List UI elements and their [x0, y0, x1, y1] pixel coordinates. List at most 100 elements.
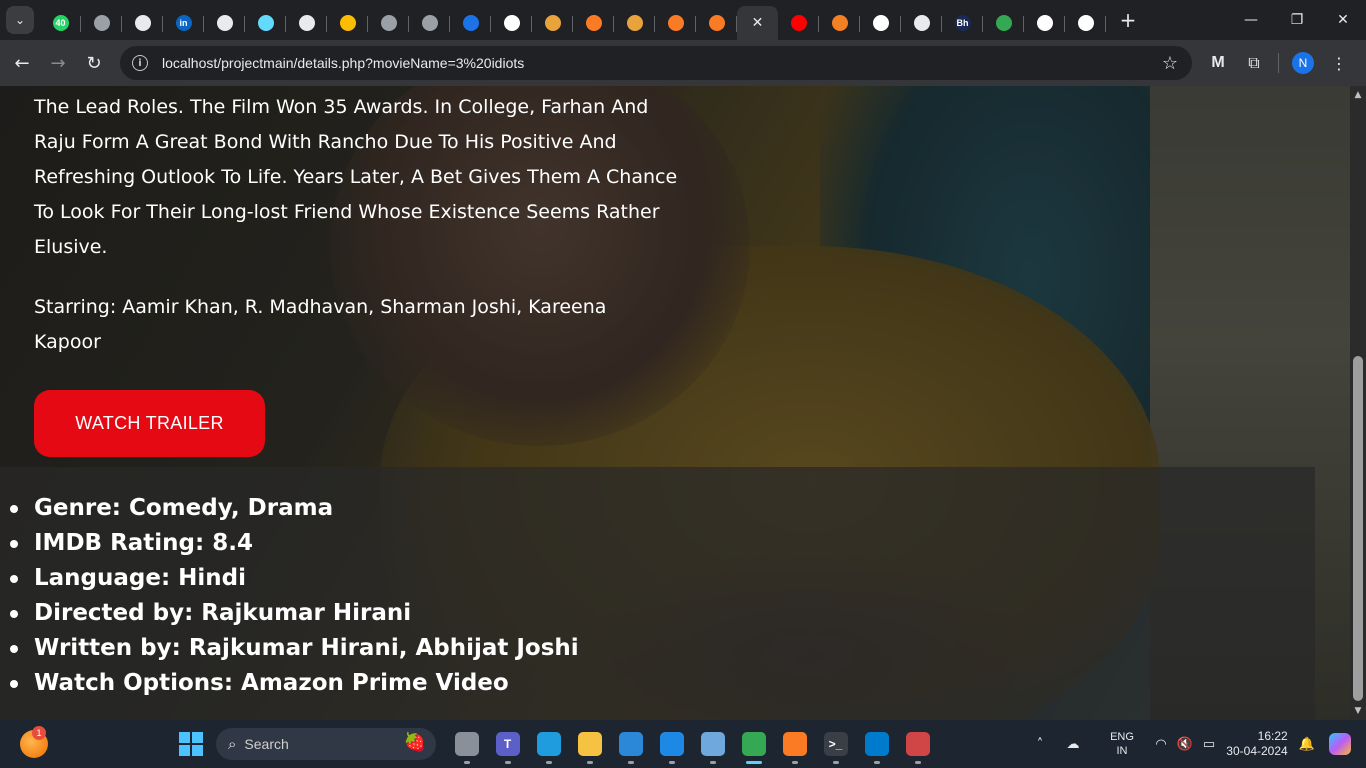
browser-tab[interactable]	[1065, 6, 1106, 40]
close-icon[interactable]: ✕	[752, 15, 764, 31]
start-button[interactable]	[179, 732, 203, 756]
browser-tab[interactable]	[778, 6, 819, 40]
taskbar-app[interactable]	[651, 724, 692, 764]
tab-search-button[interactable]: ⌄	[6, 6, 34, 34]
detail-imdb-rating: IMDB Rating: 8.4	[10, 526, 579, 561]
running-indicator	[745, 761, 762, 764]
battery-icon[interactable]: ▭	[1196, 720, 1222, 768]
tab-active[interactable]: ✕	[737, 6, 778, 40]
browser-tab[interactable]	[204, 6, 245, 40]
arrow-right-icon: →	[50, 52, 66, 74]
browser-tab[interactable]	[286, 6, 327, 40]
info-icon[interactable]: i	[132, 55, 148, 71]
lang-line2: IN	[1116, 745, 1128, 757]
close-window-button[interactable]: ✕	[1320, 0, 1366, 40]
reload-icon: ↻	[86, 52, 102, 74]
browser-tab[interactable]	[614, 6, 655, 40]
speaker-muted-icon[interactable]: 🔇	[1174, 720, 1196, 768]
browser-toolbar: ← → ↻ i localhost/projectmain/details.ph…	[0, 40, 1366, 86]
profile-button[interactable]: N	[1285, 45, 1321, 81]
browser-tab[interactable]	[122, 6, 163, 40]
watch-trailer-button[interactable]: WATCH TRAILER	[34, 390, 265, 457]
google-icon	[503, 15, 520, 31]
address-bar[interactable]: i localhost/projectmain/details.php?movi…	[120, 46, 1192, 80]
taskbar-app[interactable]	[897, 724, 938, 764]
chrome-icon	[741, 732, 766, 756]
browser-tab[interactable]	[81, 6, 122, 40]
arrow-left-icon: ←	[14, 52, 30, 74]
xampp-icon	[667, 15, 684, 31]
browser-tab[interactable]: Bh	[942, 6, 983, 40]
onedrive-icon[interactable]: ☁	[1050, 720, 1096, 768]
running-indicator	[709, 761, 716, 764]
browser-tab[interactable]	[983, 6, 1024, 40]
forward-button[interactable]: →	[40, 45, 76, 81]
restore-button[interactable]: ❐	[1274, 0, 1320, 40]
vscode-icon	[864, 732, 889, 756]
play-icon	[462, 15, 479, 31]
scrollbar-thumb[interactable]	[1353, 356, 1363, 701]
search-placeholder: Search	[244, 736, 289, 752]
wifi-icon[interactable]: ◠	[1148, 720, 1174, 768]
bookmark-star-icon[interactable]: ☆	[1162, 53, 1178, 74]
browser-tab[interactable]	[573, 6, 614, 40]
browser-tab[interactable]	[450, 6, 491, 40]
browser-tab[interactable]	[696, 6, 737, 40]
taskbar-app[interactable]	[610, 724, 651, 764]
taskbar-app[interactable]	[733, 724, 774, 764]
minimize-button[interactable]: —	[1228, 0, 1274, 40]
app-icon	[659, 732, 684, 756]
google-icon	[1077, 15, 1094, 31]
browser-tab[interactable]	[819, 6, 860, 40]
extensions-puzzle-icon[interactable]: ⧉	[1236, 45, 1272, 81]
github-icon	[298, 15, 315, 31]
browser-tab[interactable]: 40	[40, 6, 81, 40]
taskbar-app[interactable]	[774, 724, 815, 764]
browser-tab[interactable]	[368, 6, 409, 40]
page-scrollbar[interactable]: ▲ ▼	[1350, 86, 1366, 720]
browser-tab[interactable]	[327, 6, 368, 40]
reload-button[interactable]: ↻	[76, 45, 112, 81]
movie-starring: Starring: Aamir Khan, R. Madhavan, Sharm…	[34, 296, 607, 353]
taskbar-app[interactable]	[692, 724, 733, 764]
browser-tab[interactable]	[491, 6, 532, 40]
github-icon	[913, 15, 930, 31]
browser-tab[interactable]	[409, 6, 450, 40]
notification-bell-icon[interactable]: 🔔	[1292, 720, 1322, 768]
browser-tab[interactable]	[532, 6, 573, 40]
browser-tab[interactable]	[901, 6, 942, 40]
browser-tab[interactable]	[860, 6, 901, 40]
movie-icon	[544, 15, 561, 31]
scroll-down-icon[interactable]: ▼	[1350, 702, 1366, 720]
scroll-up-icon[interactable]: ▲	[1350, 86, 1366, 104]
browser-tab[interactable]	[655, 6, 696, 40]
taskbar-app[interactable]	[528, 724, 569, 764]
taskbar-app[interactable]	[446, 724, 487, 764]
taskbar-app[interactable]: T	[487, 724, 528, 764]
windows-logo-icon	[179, 732, 190, 743]
bh-icon: Bh	[954, 15, 971, 31]
back-button[interactable]: ←	[4, 45, 40, 81]
taskbar-search[interactable]: ⌕ Search 🍓	[216, 728, 436, 760]
url-text[interactable]: localhost/projectmain/details.php?movieN…	[162, 55, 524, 71]
running-indicator	[873, 761, 880, 764]
taskbar-app[interactable]	[569, 724, 610, 764]
taskbar-app[interactable]: >_	[815, 724, 856, 764]
taskbar-app[interactable]	[856, 724, 897, 764]
running-indicator	[545, 761, 552, 764]
chevron-up-icon[interactable]: ˄	[1030, 720, 1050, 768]
extension-m-icon[interactable]: M	[1200, 45, 1236, 81]
linkedin-icon: in	[175, 15, 192, 31]
browser-tab[interactable]	[245, 6, 286, 40]
copilot-button[interactable]	[1322, 720, 1358, 768]
detail-language: Language: Hindi	[10, 561, 579, 596]
browser-tab[interactable]	[1024, 6, 1065, 40]
new-tab-button[interactable]: +	[1114, 6, 1142, 34]
globe-icon	[93, 15, 110, 31]
globe-icon	[421, 15, 438, 31]
language-indicator[interactable]: ENG IN	[1096, 720, 1148, 768]
browser-tab[interactable]: in	[163, 6, 204, 40]
chevron-down-icon: ⌄	[14, 13, 26, 27]
clock[interactable]: 16:22 30-04-2024	[1222, 720, 1292, 768]
kebab-menu-icon[interactable]: ⋮	[1321, 45, 1357, 81]
